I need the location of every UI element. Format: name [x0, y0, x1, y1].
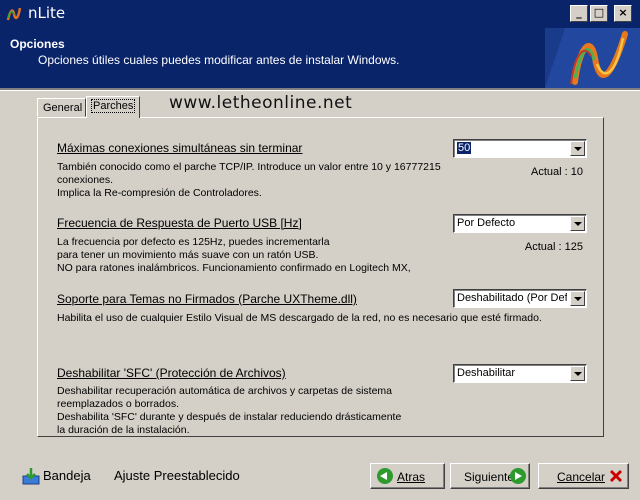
uxtheme-value: Deshabilitado (Por Defe — [457, 292, 567, 304]
usb-frequency-value: Por Defecto — [457, 217, 516, 229]
usb-frequency-combo[interactable]: Por Defecto — [453, 214, 587, 233]
usb-frequency-actual: Actual : 125 — [524, 241, 583, 253]
option-desc-uxtheme: Habilita el uso de cualquier Estilo Visu… — [57, 312, 542, 324]
sfc-combo[interactable]: Deshabilitar — [453, 364, 587, 383]
chevron-down-icon[interactable] — [570, 141, 585, 156]
patches-panel: Máximas conexiones simultáneas sin termi… — [37, 117, 604, 437]
close-icon — [609, 469, 623, 483]
tab-general-label: General — [43, 102, 83, 114]
tray-icon[interactable] — [22, 467, 40, 485]
option-desc-sfc: Deshabilitar recuperación automática de … — [57, 385, 402, 434]
arrow-left-icon — [377, 468, 393, 484]
cancel-button[interactable]: Cancelar — [538, 463, 629, 489]
option-title-max-connections: Máximas conexiones simultáneas sin termi… — [57, 141, 303, 155]
arrow-right-icon — [510, 468, 526, 484]
title-bar[interactable]: nLite _ □ × — [0, 0, 640, 28]
page-header: Opciones Opciones útiles cuales puedes m… — [0, 28, 640, 88]
tray-button[interactable]: Bandeja — [43, 468, 91, 483]
preset-button[interactable]: Ajuste Preestablecido — [114, 468, 240, 483]
tab-parches[interactable]: Parches — [86, 96, 140, 118]
option-title-sfc: Deshabilitar 'SFC' (Protección de Archiv… — [57, 366, 286, 380]
nlite-logo-icon — [545, 28, 640, 88]
minimize-button[interactable]: _ — [570, 5, 588, 22]
option-desc-max-connections: También conocido como el parche TCP/IP. … — [57, 161, 441, 199]
back-button[interactable]: Atras — [370, 463, 445, 489]
cancel-label: Cancelar — [557, 470, 606, 484]
close-window-button[interactable]: × — [614, 5, 632, 22]
page-subtitle: Opciones útiles cuales puedes modificar … — [38, 53, 400, 67]
sfc-value: Deshabilitar — [457, 367, 516, 379]
watermark-text: www.letheonline.net — [169, 93, 353, 113]
page-title: Opciones — [10, 37, 65, 51]
back-label: Atras — [397, 470, 426, 484]
options-scroll-area[interactable]: Máximas conexiones simultáneas sin termi… — [40, 120, 601, 434]
option-title-usb-frequency: Frecuencia de Respuesta de Puerto USB [H… — [57, 216, 302, 230]
option-desc-usb-frequency: La frecuencia por defecto es 125Hz, pued… — [57, 236, 411, 274]
max-connections-actual: Actual : 10 — [531, 166, 583, 178]
uxtheme-combo[interactable]: Deshabilitado (Por Defe — [453, 289, 587, 308]
tab-parches-label: Parches — [90, 99, 136, 113]
chevron-down-icon[interactable] — [570, 366, 585, 381]
max-connections-combo[interactable]: 50 — [453, 139, 587, 158]
window-title: nLite — [28, 4, 66, 22]
next-label: Siguiente — [464, 470, 515, 484]
maximize-button[interactable]: □ — [590, 5, 608, 22]
next-button[interactable]: Siguiente — [450, 463, 530, 489]
chevron-down-icon[interactable] — [570, 216, 585, 231]
tab-general[interactable]: General — [37, 98, 86, 117]
chevron-down-icon[interactable] — [570, 291, 585, 306]
header-separator — [0, 88, 640, 91]
option-title-uxtheme: Soporte para Temas no Firmados (Parche U… — [57, 292, 357, 306]
nlite-app-icon — [6, 7, 22, 21]
max-connections-value: 50 — [457, 142, 472, 154]
